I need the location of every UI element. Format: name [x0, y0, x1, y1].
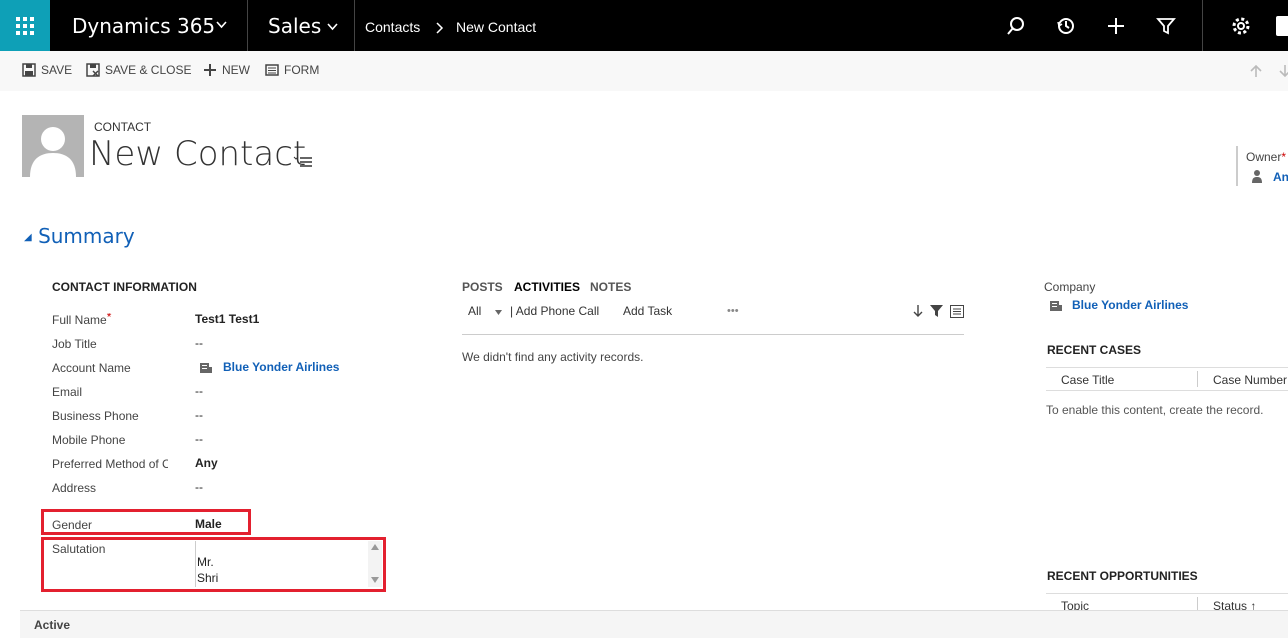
- floppy-disk-icon: [22, 63, 36, 77]
- activity-empty-message: We didn't find any activity records.: [462, 350, 644, 364]
- section-title-label: Summary: [38, 224, 135, 248]
- job-title-label: Job Title: [52, 337, 97, 351]
- search-icon[interactable]: [1006, 16, 1026, 36]
- save-label: SAVE: [41, 63, 73, 77]
- preferred-contact-method-field[interactable]: Any: [195, 456, 218, 470]
- waffle-icon: [16, 16, 34, 35]
- history-icon[interactable]: [1056, 16, 1076, 36]
- user-icon: [1252, 170, 1262, 183]
- full-name-label: Full Name*: [52, 313, 112, 327]
- module-name[interactable]: Sales: [268, 14, 321, 38]
- account-icon: [1050, 301, 1062, 311]
- plus-icon: [204, 64, 216, 76]
- email-field[interactable]: --: [195, 384, 203, 398]
- recent-cases-heading: RECENT CASES: [1047, 343, 1142, 357]
- owner-label: Owner*: [1246, 150, 1287, 164]
- column-divider: [1197, 371, 1198, 387]
- owner-value[interactable]: An: [1273, 170, 1288, 184]
- breadcrumb-contacts[interactable]: Contacts: [365, 19, 420, 35]
- scroll-up-icon[interactable]: [371, 544, 379, 550]
- form-button[interactable]: FORM: [265, 63, 319, 77]
- column-header-case-number[interactable]: Case Number: [1213, 373, 1287, 387]
- add-phone-call-button[interactable]: | Add Phone Call: [510, 304, 599, 318]
- save-button[interactable]: SAVE: [22, 63, 72, 77]
- more-options-button[interactable]: •••: [727, 305, 739, 317]
- nav-divider: [354, 0, 355, 51]
- salutation-multiselect[interactable]: Mr. Shri: [195, 541, 382, 587]
- account-icon: [200, 363, 212, 373]
- tab-posts[interactable]: POSTS: [462, 280, 503, 294]
- page-title: New Contact: [89, 134, 307, 174]
- save-close-label: SAVE & CLOSE: [105, 63, 192, 77]
- sort-down-icon[interactable]: [913, 305, 923, 317]
- mobile-phone-label: Mobile Phone: [52, 433, 126, 447]
- form-icon: [265, 64, 279, 76]
- nav-divider: [247, 0, 248, 51]
- gender-label: Gender: [52, 518, 93, 532]
- salutation-option[interactable]: Shri: [197, 571, 218, 585]
- business-phone-label: Business Phone: [52, 409, 139, 423]
- owner-divider: [1236, 146, 1238, 186]
- account-name-link[interactable]: Blue Yonder Airlines: [223, 360, 339, 374]
- app-launcher-button[interactable]: [0, 0, 50, 51]
- record-status: Active: [34, 618, 71, 632]
- chevron-down-icon[interactable]: [495, 310, 502, 315]
- preferred-contact-method-label: Preferred Method of C: [52, 457, 168, 471]
- filter-icon[interactable]: [930, 305, 943, 317]
- recent-opportunities-heading: RECENT OPPORTUNITIES: [1047, 569, 1198, 583]
- tab-activities[interactable]: ACTIVITIES: [514, 280, 580, 294]
- chevron-down-icon[interactable]: [327, 23, 338, 31]
- gender-field[interactable]: Male: [195, 517, 222, 531]
- filter-icon[interactable]: [1156, 16, 1176, 36]
- account-name-label: Account Name: [52, 361, 131, 375]
- nav-divider: [1202, 0, 1203, 51]
- new-button[interactable]: NEW: [203, 63, 250, 77]
- entity-type-label: CONTACT: [94, 120, 152, 134]
- company-link[interactable]: Blue Yonder Airlines: [1072, 298, 1188, 312]
- breadcrumb-current: New Contact: [456, 19, 537, 35]
- chevron-right-icon: [436, 22, 444, 34]
- form-selector-icon[interactable]: [293, 155, 313, 167]
- recent-cases-message: To enable this content, create the recor…: [1046, 403, 1264, 417]
- save-close-button[interactable]: SAVE & CLOSE: [86, 63, 191, 77]
- company-label: Company: [1044, 280, 1096, 294]
- activity-filter-select[interactable]: All: [468, 304, 481, 318]
- person-silhouette-icon: [30, 127, 76, 177]
- app-title[interactable]: Dynamics 365: [72, 14, 215, 38]
- add-task-button[interactable]: Add Task: [623, 304, 672, 318]
- command-bar: SAVE SAVE & CLOSE NEW FORM: [0, 51, 1288, 91]
- save-close-icon: [86, 63, 100, 77]
- address-field[interactable]: --: [195, 480, 203, 494]
- scrollbar[interactable]: [368, 541, 382, 587]
- activity-divider: [462, 334, 964, 335]
- column-header-case-title[interactable]: Case Title: [1061, 373, 1114, 387]
- gear-icon[interactable]: [1231, 16, 1251, 36]
- status-footer: Active: [20, 610, 1288, 638]
- list-view-icon[interactable]: [950, 305, 964, 318]
- plus-icon[interactable]: [1106, 16, 1126, 36]
- section-summary-title[interactable]: ◢ Summary: [24, 224, 135, 248]
- collapse-triangle-icon: ◢: [24, 232, 32, 243]
- activity-filter-value: All: [468, 304, 482, 318]
- recent-cases-grid-header: Case Title Case Number: [1046, 367, 1288, 391]
- contact-information-heading: CONTACT INFORMATION: [52, 280, 197, 294]
- new-label: NEW: [222, 63, 250, 77]
- email-label: Email: [52, 385, 83, 399]
- scroll-down-icon[interactable]: [371, 577, 379, 583]
- salutation-label: Salutation: [52, 542, 106, 556]
- job-title-field[interactable]: --: [195, 336, 203, 350]
- address-label: Address: [52, 481, 97, 495]
- arrow-down-icon[interactable]: [1279, 64, 1288, 78]
- chevron-down-icon[interactable]: [216, 21, 227, 29]
- full-name-field[interactable]: Test1 Test1: [195, 312, 259, 326]
- top-nav-bar: Dynamics 365 Sales Contacts New Contact: [0, 0, 1288, 51]
- salutation-option[interactable]: Mr.: [197, 555, 214, 569]
- help-icon[interactable]: [1276, 16, 1288, 36]
- mobile-phone-field[interactable]: --: [195, 432, 203, 446]
- arrow-up-icon[interactable]: [1250, 64, 1262, 78]
- avatar[interactable]: [22, 115, 84, 177]
- form-label: FORM: [284, 63, 320, 77]
- business-phone-field[interactable]: --: [195, 408, 203, 422]
- tab-notes[interactable]: NOTES: [590, 280, 631, 294]
